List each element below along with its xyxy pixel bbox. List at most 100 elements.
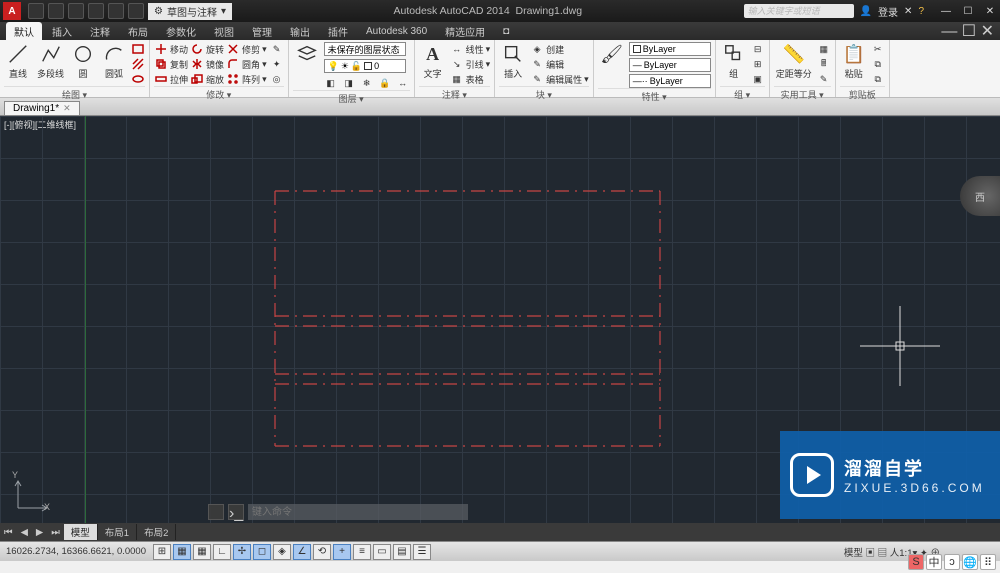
offset-icon[interactable]: ◎ xyxy=(270,72,284,86)
cmd-history-icon[interactable] xyxy=(208,504,224,520)
layer-props-button[interactable] xyxy=(293,42,321,66)
layout-first-icon[interactable]: ⏮ xyxy=(0,526,17,539)
explode-icon[interactable]: ✦ xyxy=(270,57,284,71)
doc-close-button[interactable]: ✕ xyxy=(981,23,994,40)
model-tab[interactable]: 模型 xyxy=(64,524,98,540)
lineweight-dropdown[interactable]: —ByLayer xyxy=(629,58,711,72)
layout2-tab[interactable]: 布局2 xyxy=(137,524,176,540)
tab-manage[interactable]: 管理 xyxy=(244,22,280,41)
layer-off-icon[interactable]: ◨ xyxy=(342,76,356,90)
exchange-icon[interactable]: ✕ xyxy=(904,6,912,17)
otrack-button[interactable]: ∠ xyxy=(293,544,311,560)
tab-panel-toggle[interactable]: ◘ xyxy=(495,24,517,39)
drawing-canvas[interactable]: [-][俯视][二维线框] // placeholder – drawn bel… xyxy=(0,116,1000,541)
paste-button[interactable]: 📋粘贴 xyxy=(840,42,868,80)
tab-featured[interactable]: 精选应用 xyxy=(437,22,493,41)
tab-annotate[interactable]: 注释 xyxy=(82,22,118,41)
panel-title[interactable]: 注释 ▾ xyxy=(419,86,491,102)
copy-base-icon[interactable]: ⧉ xyxy=(871,72,885,86)
lwt-button[interactable]: ≡ xyxy=(353,544,371,560)
layer-iso-icon[interactable]: ◧ xyxy=(324,76,338,90)
polar-button[interactable]: ✢ xyxy=(233,544,251,560)
osnap-button[interactable]: ◻ xyxy=(253,544,271,560)
layer-lock-icon[interactable]: 🔒 xyxy=(378,76,392,90)
move-icon[interactable] xyxy=(154,42,168,56)
circle-button[interactable]: 圆 xyxy=(69,42,97,80)
qat-plot-icon[interactable] xyxy=(128,3,144,19)
group-button[interactable]: 组 xyxy=(720,42,748,80)
tab-a360[interactable]: Autodesk 360 xyxy=(358,24,435,39)
leader-button[interactable]: ↘引线 ▾ xyxy=(450,57,491,71)
stretch-icon[interactable] xyxy=(154,72,168,86)
layer-match-icon[interactable]: ↔ xyxy=(396,76,410,90)
infer-button[interactable]: ⊞ xyxy=(153,544,171,560)
command-input[interactable] xyxy=(248,504,468,520)
match-prop-button[interactable]: 🖌 xyxy=(598,42,626,66)
doc-minimize-button[interactable]: — xyxy=(941,23,957,40)
linear-dim-button[interactable]: ↔线性 ▾ xyxy=(450,42,491,56)
tpy-button[interactable]: ▭ xyxy=(373,544,391,560)
util3-icon[interactable]: ✎ xyxy=(817,72,831,86)
minimize-button[interactable]: — xyxy=(936,4,956,18)
maximize-button[interactable]: ☐ xyxy=(958,4,978,18)
polyline-button[interactable]: 多段线 xyxy=(35,42,66,80)
copy-icon[interactable] xyxy=(154,57,168,71)
panel-title[interactable]: 修改 ▾ xyxy=(154,86,284,102)
tab-parametric[interactable]: 参数化 xyxy=(158,22,204,41)
app-logo[interactable]: A xyxy=(3,2,21,20)
rotate-icon[interactable] xyxy=(190,42,204,56)
layout-prev-icon[interactable]: ◀ xyxy=(17,526,32,539)
qat-undo-icon[interactable] xyxy=(88,3,104,19)
tab-output[interactable]: 输出 xyxy=(282,22,318,41)
layer-freeze-icon[interactable]: ❄ xyxy=(360,76,374,90)
cut-icon[interactable]: ✂ xyxy=(871,42,885,56)
tab-view[interactable]: 视图 xyxy=(206,22,242,41)
insert-block-button[interactable]: 插入 xyxy=(499,42,527,80)
help-icon[interactable]: ? xyxy=(918,6,924,17)
tab-insert[interactable]: 插入 xyxy=(44,22,80,41)
dyn-button[interactable]: + xyxy=(333,544,351,560)
fillet-icon[interactable] xyxy=(226,57,240,71)
trim-icon[interactable] xyxy=(226,42,240,56)
edit-block-button[interactable]: ✎编辑 xyxy=(530,57,589,71)
tab-layout[interactable]: 布局 xyxy=(120,22,156,41)
3dosnap-button[interactable]: ◈ xyxy=(273,544,291,560)
qat-open-icon[interactable] xyxy=(48,3,64,19)
doc-maximize-button[interactable]: ☐ xyxy=(962,23,976,40)
util1-icon[interactable]: ▦ xyxy=(817,42,831,56)
ungroup-icon[interactable]: ⊟ xyxy=(751,42,765,56)
viewcube[interactable]: 西 xyxy=(960,176,1000,216)
layout1-tab[interactable]: 布局1 xyxy=(98,524,137,540)
arc-button[interactable]: 圆弧 xyxy=(100,42,128,80)
line-button[interactable]: 直线 xyxy=(4,42,32,80)
qat-save-icon[interactable] xyxy=(68,3,84,19)
panel-title[interactable]: 实用工具 ▾ xyxy=(774,86,831,102)
close-button[interactable]: ✕ xyxy=(980,4,1000,18)
snap-button[interactable]: ▦ xyxy=(173,544,191,560)
editattr-button[interactable]: ✎编辑属性 ▾ xyxy=(530,72,589,86)
layout-last-icon[interactable]: ⏭ xyxy=(47,526,64,539)
text-button[interactable]: A文字 xyxy=(419,42,447,80)
ducs-button[interactable]: ⟲ xyxy=(313,544,331,560)
user-icon[interactable]: 👤 xyxy=(860,6,872,17)
color-dropdown[interactable]: ByLayer xyxy=(629,42,711,56)
linetype-dropdown[interactable]: —··ByLayer xyxy=(629,74,711,88)
group-edit-icon[interactable]: ⊞ xyxy=(751,57,765,71)
help-search-input[interactable]: 输入关键字或短语 xyxy=(744,4,854,18)
user-label[interactable]: 登录 xyxy=(878,4,898,19)
panel-title[interactable]: 剪贴板 xyxy=(840,86,885,102)
tab-default[interactable]: 默认 xyxy=(6,22,42,41)
sc-button[interactable]: ☰ xyxy=(413,544,431,560)
ime-bar[interactable]: S 中 ᴐ 🌐 ⠿ xyxy=(908,553,996,571)
panel-title[interactable]: 特性 ▾ xyxy=(598,88,711,104)
close-icon[interactable]: ✕ xyxy=(63,103,71,114)
grid-button[interactable]: ▦ xyxy=(193,544,211,560)
table-button[interactable]: ▦表格 xyxy=(450,72,491,86)
group-bbox-icon[interactable]: ▣ xyxy=(751,72,765,86)
tab-plugins[interactable]: 插件 xyxy=(320,22,356,41)
qat-new-icon[interactable] xyxy=(28,3,44,19)
layer-state-dropdown[interactable]: 未保存的图层状态 xyxy=(324,42,406,56)
util2-icon[interactable]: 🖩 xyxy=(817,57,831,71)
layout-next-icon[interactable]: ▶ xyxy=(32,526,47,539)
ortho-button[interactable]: ∟ xyxy=(213,544,231,560)
